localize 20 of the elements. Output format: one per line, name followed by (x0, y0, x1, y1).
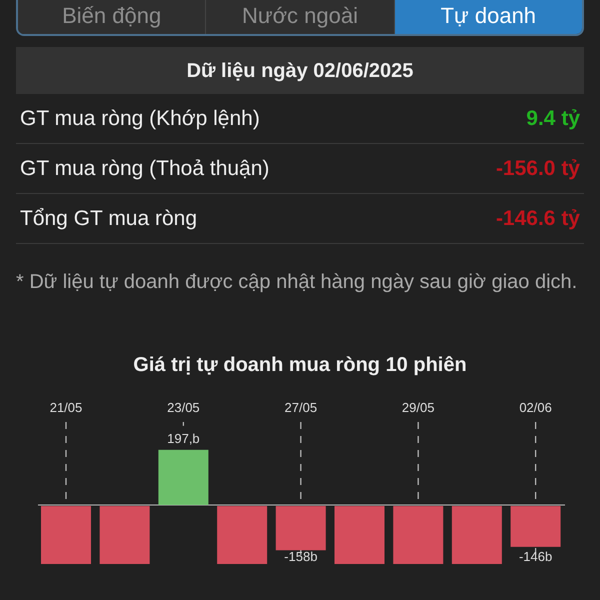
row-value: 9.4 tỷ (526, 106, 580, 132)
axis-label: 27/05 (284, 400, 318, 415)
row-label: GT mua ròng (Khớp lệnh) (20, 106, 260, 132)
tab[interactable]: Nước ngoài (205, 0, 394, 34)
footnote: * Dữ liệu tự doanh được cập nhật hàng ngày sau giờ giao dịch. (16, 270, 578, 295)
axis-label: 02/06 (519, 400, 552, 415)
row-value: -156.0 tỷ (496, 156, 580, 182)
bar-value: 197,b (167, 430, 200, 446)
bar-value: -158b (284, 549, 318, 564)
bar-value: -146b (518, 548, 552, 564)
axis-label: 23/05 (167, 400, 200, 415)
date-header: Dữ liệu ngày 02/06/2025 (16, 47, 584, 94)
tab[interactable]: Biến động (18, 0, 206, 34)
chart-title: Giá trị tự doanh mua ròng 10 phiên (132, 353, 468, 378)
axis-label: 21/05 (50, 400, 82, 415)
row-label: GT mua ròng (Thoả thuận) (20, 156, 270, 182)
row-value: -146.6 tỷ (496, 206, 580, 232)
row-label: Tổng GT mua ròng (20, 206, 198, 232)
axis-label: 29/05 (402, 400, 434, 415)
tab[interactable]: Tự doanh (394, 0, 582, 34)
